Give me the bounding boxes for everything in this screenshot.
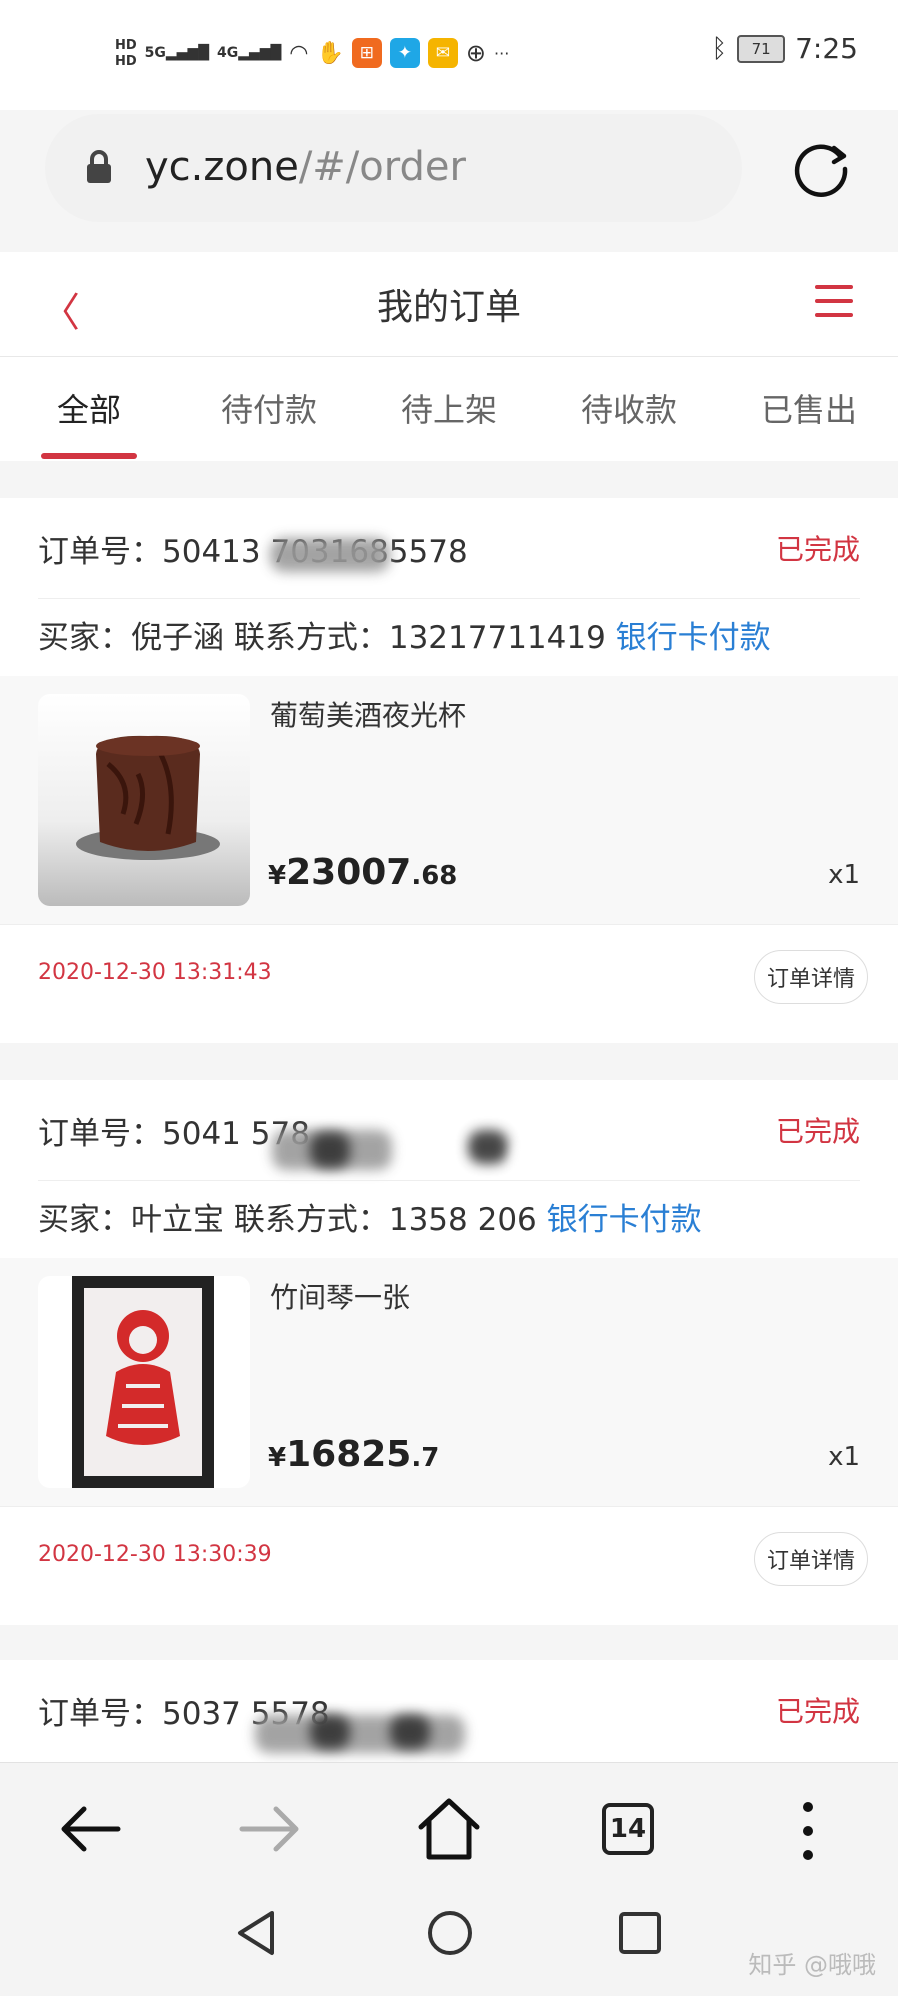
divider [38,1180,860,1181]
goods-item[interactable]: 葡萄美酒夜光杯 ¥23007.68 x1 [0,676,898,924]
clock-time: 7:25 [795,32,858,65]
order-tabs: 全部 待付款 待上架 待收款 已售出 [0,357,898,461]
order-detail-button[interactable]: 订单详情 [754,1532,868,1586]
tab-pending-listing[interactable]: 待上架 [401,385,497,431]
status-bar: HD HD 5G▂▄▆█ 4G▂▄▆█ ◠ ✋ ⊞ ✦ ✉ ⊕ ··· ᛒ 71… [0,0,898,110]
status-icons-right: ᛒ 71 7:25 [712,32,859,65]
divider [0,1506,898,1507]
battery-icon: 71 [737,34,786,63]
divider [38,598,860,599]
order-status: 已完成 [775,1695,860,1728]
tab-all[interactable]: 全部 [57,385,121,431]
tab-pending-receipt[interactable]: 待收款 [581,385,677,431]
order-number: 订单号：50413 7031685578 [38,534,468,570]
buyer-info: 买家：叶立宝 联系方式：1358 206 银行卡付款 [38,1202,702,1238]
signal-4g-icon: 4G▂▄▆█ [216,45,282,61]
mail-app-icon: ✉ [427,38,458,68]
active-tab-indicator [41,453,137,459]
papercut-frame-image [72,1276,214,1488]
redaction-blur [255,1715,465,1753]
system-back-icon[interactable] [234,1909,278,1957]
product-quantity: x1 [828,860,860,890]
url-bar[interactable]: yc.zone/#/order [45,114,742,222]
page-header: 〈 我的订单 [0,252,898,357]
product-name: 竹间琴一张 [270,1281,411,1314]
wifi-icon: ◠ [289,40,309,66]
back-arrow-icon[interactable] [58,1805,122,1853]
forward-arrow-icon[interactable] [238,1805,302,1853]
divider [0,924,898,925]
reload-icon[interactable] [790,138,852,200]
order-time: 2020-12-30 13:31:43 [38,960,272,985]
redaction-blur [390,1715,430,1749]
status-icons-left: HD HD 5G▂▄▆█ 4G▂▄▆█ ◠ ✋ ⊞ ✦ ✉ ⊕ ··· [115,28,509,78]
redaction-blur [468,1130,508,1164]
product-quantity: x1 [828,1442,860,1472]
menu-icon[interactable] [815,282,853,320]
order-card: 订单号：5037 5578 已完成 [0,1660,898,1762]
bluetooth-icon: ᛒ [711,33,728,64]
url-text[interactable]: yc.zone/#/order [145,142,466,192]
product-image [38,694,250,906]
system-recents-icon[interactable] [618,1911,662,1955]
order-card: 订单号：50413 7031685578 已完成 买家：倪子涵 联系方式：132… [0,498,898,1043]
carved-cup-image [76,735,220,860]
bottom-navigation: 14 知乎 @哦哦 [0,1762,898,1996]
product-price: ¥23007.68 [268,852,458,893]
product-name: 葡萄美酒夜光杯 [270,699,467,732]
home-icon[interactable] [415,1797,483,1861]
globe-icon: ⊕ [465,39,487,67]
tabs-count-icon[interactable]: 14 [602,1803,654,1855]
order-status: 已完成 [775,1115,860,1148]
hd-indicator: HD HD [115,37,137,69]
order-status: 已完成 [775,533,860,566]
tab-sold[interactable]: 已售出 [761,385,857,431]
app-orange-icon: ⊞ [351,38,382,68]
order-header: 订单号：5041 578 已完成 [0,1080,898,1180]
order-header: 订单号：50413 7031685578 已完成 [0,498,898,598]
buyer-info: 买家：倪子涵 联系方式：13217711419 银行卡付款 [38,620,771,656]
system-home-icon[interactable] [426,1909,474,1957]
redaction-blur [310,1715,350,1749]
watermark: 知乎 @哦哦 [748,1951,876,1979]
redaction-blur [270,538,390,572]
more-options-icon[interactable] [800,1801,816,1861]
order-card: 订单号：5041 578 已完成 买家：叶立宝 联系方式：1358 206 银行… [0,1080,898,1625]
tab-pending-payment[interactable]: 待付款 [221,385,317,431]
order-number: 订单号：5041 578 [38,1116,310,1152]
product-image [38,1276,250,1488]
goods-item[interactable]: 竹间琴一张 ¥16825.7 x1 [0,1258,898,1506]
order-detail-button[interactable]: 订单详情 [754,950,868,1004]
redaction-blur [310,1132,350,1168]
hand-icon: ✋ [316,40,344,66]
order-time: 2020-12-30 13:30:39 [38,1542,272,1567]
lock-icon [87,150,111,183]
bulb-app-icon: ✦ [389,38,420,68]
page-title: 我的订单 [376,287,521,328]
product-price: ¥16825.7 [268,1434,440,1475]
signal-5g-icon: 5G▂▄▆█ [144,45,209,61]
more-notifications-icon: ··· [494,43,510,63]
